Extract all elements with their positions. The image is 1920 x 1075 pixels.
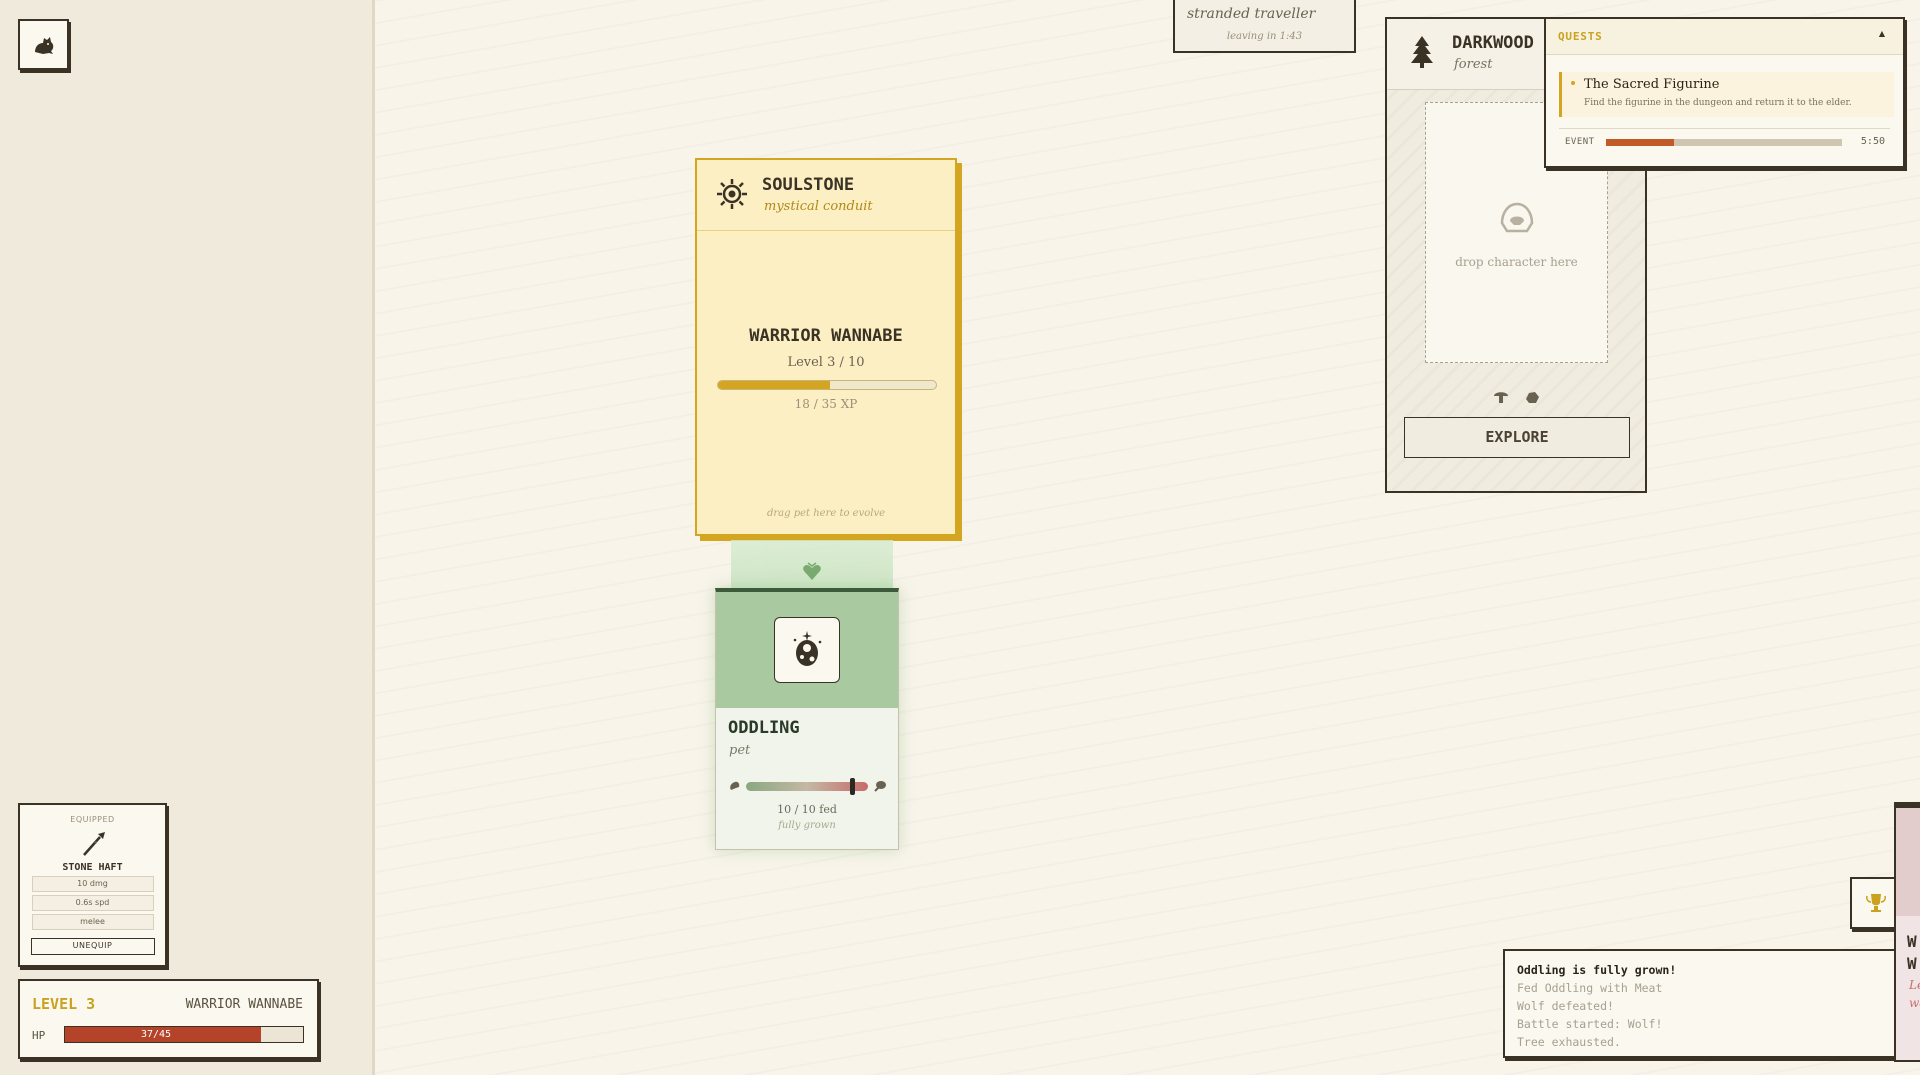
soulstone-level: Level 3 / 10	[787, 355, 865, 370]
pine-tree-icon	[1411, 36, 1433, 68]
darkwood-subtitle: forest	[1454, 57, 1493, 72]
xp-value: 18 / 35 XP	[794, 397, 858, 411]
event-progress-bar	[1606, 139, 1842, 146]
offscreen-card-title-fragment: W	[1907, 954, 1917, 973]
pet-menu-button[interactable]	[18, 19, 69, 70]
evolve-heart-icon	[803, 562, 821, 580]
log-entry: Fed Oddling with Meat	[1517, 981, 1663, 995]
quests-header[interactable]: QUESTS ▲	[1546, 19, 1903, 55]
xp-bar	[717, 380, 937, 390]
equipped-label: EQUIPPED	[70, 815, 115, 824]
stranded-traveller-card[interactable]: stranded traveller leaving in 1:43	[1173, 0, 1356, 53]
pet-name: ODDLING	[728, 718, 800, 738]
pet-card[interactable]: ODDLING pet 10 / 10 fed fully grown	[715, 588, 899, 850]
pet-portrait-area	[716, 592, 898, 708]
offscreen-card-portrait	[1896, 808, 1920, 916]
offscreen-card-subtitle-fragment: Le	[1909, 978, 1920, 992]
trophy-icon	[1866, 894, 1886, 912]
weapon-stat-speed: 0.6s spd	[31, 895, 154, 911]
pet-portrait	[774, 617, 840, 683]
log-entry: Tree exhausted.	[1517, 1035, 1621, 1049]
explore-button[interactable]: EXPLORE	[1404, 417, 1630, 458]
unequip-button[interactable]: UNEQUIP	[30, 938, 155, 955]
log-entry: Wolf defeated!	[1517, 999, 1614, 1013]
feed-value: 10 / 10 fed	[777, 803, 837, 816]
soulstone-class: WARRIOR WANNABE	[749, 326, 903, 346]
hp-value: 37/45	[140, 1029, 172, 1040]
soulstone-sun-icon	[717, 179, 747, 209]
hunger-icon	[730, 781, 740, 790]
stranded-timer: leaving in 1:43	[1226, 31, 1303, 42]
log-entry: Oddling is fully grown!	[1517, 963, 1677, 977]
soulstone-card[interactable]: SOULSTONE mystical conduit WARRIOR WANNA…	[695, 158, 957, 536]
event-progress-fill	[1606, 139, 1675, 146]
log-entry: Battle started: Wolf!	[1517, 1017, 1663, 1031]
growth-status: fully grown	[778, 820, 836, 831]
player-status-panel: LEVEL 3 WARRIOR WANNABE HP 37/45	[18, 979, 319, 1059]
quests-panel: QUESTS ▲ The Sacred Figurine Find the fi…	[1544, 17, 1905, 168]
feed-meter-marker	[849, 778, 855, 795]
event-log: Oddling is fully grown! Fed Oddling with…	[1503, 949, 1901, 1058]
mushroom-icon	[1494, 392, 1508, 403]
player-class: WARRIOR WANNABE	[185, 997, 303, 1012]
spear-icon	[20, 830, 165, 858]
event-label: EVENT	[1565, 137, 1595, 147]
offscreen-card-subtitle-fragment: wa	[1909, 996, 1920, 1010]
offscreen-card-title-fragment: W	[1907, 932, 1917, 951]
darkwood-title: DARKWOOD	[1452, 33, 1534, 53]
ferret-pet-icon	[34, 36, 53, 54]
quests-divider	[1559, 128, 1890, 129]
quest-description: Find the figurine in the dungeon and ret…	[1584, 98, 1852, 108]
hooded-figure-icon	[1500, 202, 1534, 233]
quest-bullet-icon	[1571, 81, 1575, 85]
soulstone-header: SOULSTONE mystical conduit	[697, 160, 955, 231]
ore-icon	[1526, 392, 1539, 403]
meat-icon	[874, 781, 886, 792]
weapon-stat-damage: 10 dmg	[31, 876, 154, 892]
stranded-title: stranded traveller	[1187, 6, 1316, 22]
equipped-weapon-card: EQUIPPED STONE HAFT 10 dmg 0.6s spd mele…	[18, 803, 167, 967]
pet-type: pet	[729, 743, 751, 758]
hp-bar: 37/45	[64, 1026, 304, 1043]
weapon-stat-range: melee	[31, 914, 154, 930]
sidebar: EQUIPPED STONE HAFT 10 dmg 0.6s spd mele…	[0, 0, 375, 1075]
drop-zone-text: drop character here	[1455, 255, 1578, 269]
feed-meter	[746, 778, 868, 795]
pet-egg-icon	[793, 631, 822, 666]
xp-bar-fill	[718, 381, 831, 389]
player-level: LEVEL 3	[32, 995, 96, 1013]
soulstone-title: SOULSTONE	[762, 175, 855, 195]
offscreen-character-card[interactable]: W W Le wa	[1894, 802, 1920, 1062]
equipped-item-name: STONE HAFT	[62, 862, 123, 873]
event-timer: 5:50	[1860, 136, 1885, 147]
evolve-hint: drag pet here to evolve	[766, 508, 886, 519]
quests-title: QUESTS	[1558, 30, 1603, 43]
evolve-connector	[731, 540, 893, 588]
soulstone-subtitle: mystical conduit	[764, 199, 873, 214]
quest-name: The Sacred Figurine	[1584, 77, 1720, 92]
collapse-toggle-icon[interactable]: ▲	[1879, 29, 1885, 38]
hp-label: HP	[32, 1029, 46, 1042]
